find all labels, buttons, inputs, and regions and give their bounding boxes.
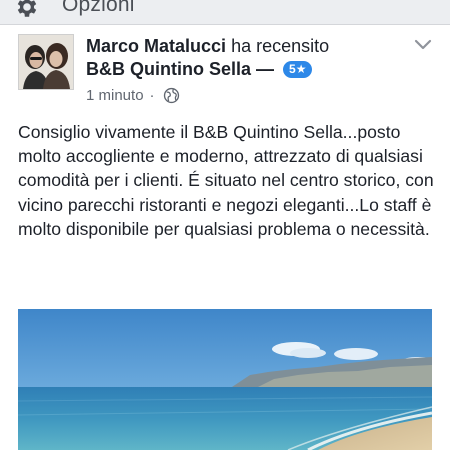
header-dash: — xyxy=(256,59,275,79)
review-post-screen: Opzioni Marco Matalucci ha recensito B&B… xyxy=(0,0,450,450)
gear-icon[interactable] xyxy=(14,0,40,20)
chevron-down-icon[interactable] xyxy=(414,38,432,52)
options-bar[interactable]: Opzioni xyxy=(0,0,450,25)
review-verb: ha recensito xyxy=(231,36,330,56)
beach-photo xyxy=(18,309,432,450)
post-header: Marco Matalucci ha recensito B&B Quintin… xyxy=(86,35,416,81)
avatar[interactable] xyxy=(18,34,74,90)
post-photo[interactable] xyxy=(18,309,432,450)
reviewed-page-name[interactable]: B&B Quintino Sella xyxy=(86,59,251,79)
meta-separator: · xyxy=(149,87,155,104)
options-label[interactable]: Opzioni xyxy=(62,0,135,17)
avatar-image xyxy=(19,35,73,89)
post-meta: 1 minuto · xyxy=(86,87,180,104)
author-name[interactable]: Marco Matalucci xyxy=(86,36,226,56)
post-timestamp[interactable]: 1 minuto xyxy=(86,87,144,104)
review-text: Consiglio vivamente il B&B Quintino Sell… xyxy=(18,122,434,239)
globe-icon xyxy=(163,87,179,104)
rating-badge: 5★ xyxy=(283,61,313,78)
